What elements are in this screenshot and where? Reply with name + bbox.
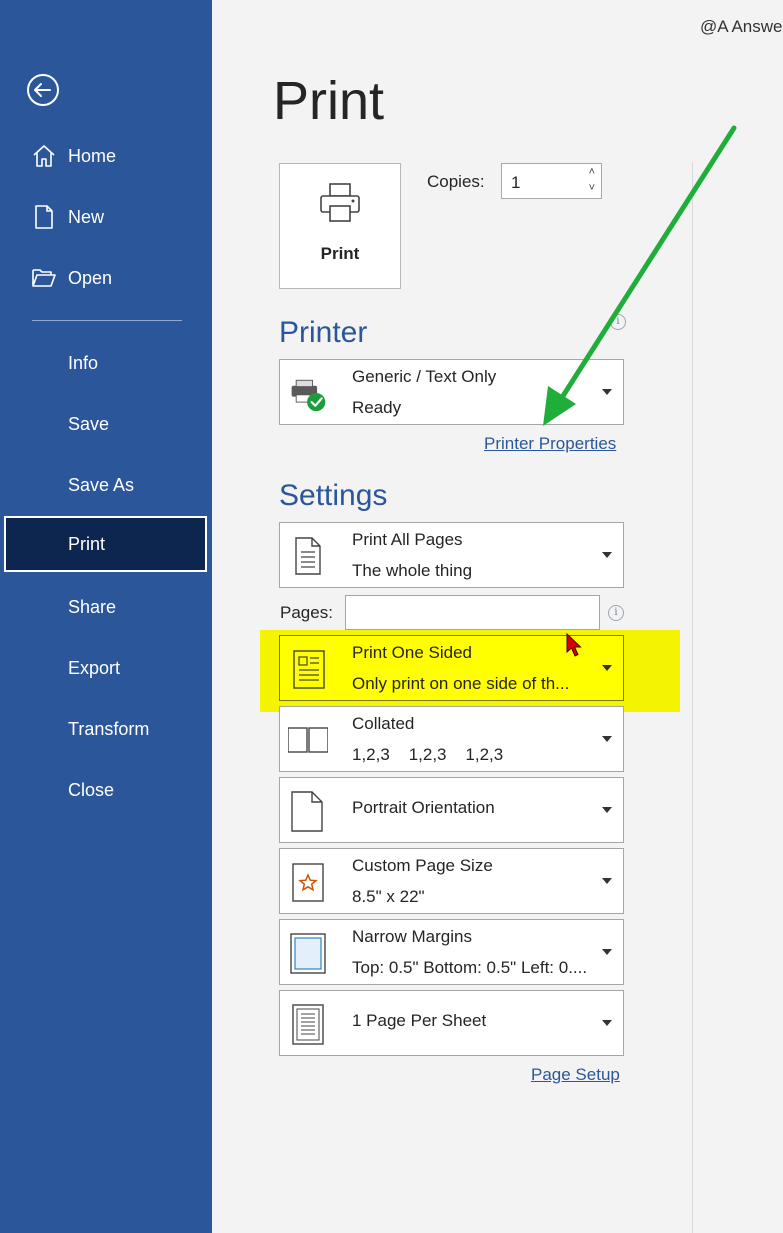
nav-open-label: Open (68, 267, 113, 288)
home-icon (33, 145, 55, 167)
collation-dropdown[interactable]: Collated 1,2,3 1,2,3 1,2,3 (279, 706, 624, 772)
print-button[interactable]: Print (279, 163, 401, 289)
collated-icon (288, 727, 328, 753)
nav-print-label: Print (68, 533, 106, 554)
nav-close[interactable]: Close (0, 762, 212, 818)
sides-subtitle: Only print on one side of th... (352, 674, 570, 693)
paper-size-title: Custom Page Size (352, 856, 493, 875)
watermark-text: @A Answe (700, 17, 783, 36)
print-range-dropdown[interactable]: Print All Pages The whole thing (279, 522, 624, 588)
page-size-icon (292, 863, 324, 902)
print-range-subtitle: The whole thing (352, 561, 473, 580)
nav-save[interactable]: Save (0, 396, 212, 452)
dropdown-caret-icon (602, 949, 612, 955)
paper-size-subtitle: 8.5" x 22" (352, 887, 425, 906)
dropdown-caret-icon (602, 736, 612, 742)
orientation-dropdown[interactable]: Portrait Orientation (279, 777, 624, 843)
nav-close-label: Close (68, 779, 115, 800)
printer-name: Generic / Text Only (352, 367, 497, 386)
dropdown-caret-icon (602, 552, 612, 558)
nav-print[interactable]: Print (4, 516, 207, 572)
nav-share-label: Share (68, 596, 117, 617)
collation-title: Collated (352, 714, 415, 733)
margins-dropdown[interactable]: Narrow Margins Top: 0.5" Bottom: 0.5" Le… (279, 919, 624, 985)
printer-ready-icon (291, 379, 326, 412)
nav-info-label: Info (68, 352, 99, 373)
info-icon[interactable]: i (608, 605, 624, 621)
printer-icon (320, 183, 360, 222)
page-title: Print (273, 71, 385, 131)
nav-save-label: Save (68, 413, 110, 434)
mouse-cursor-icon (566, 632, 582, 657)
pages-label: Pages: (280, 603, 333, 622)
paper-size-dropdown[interactable]: Custom Page Size 8.5" x 22" (279, 848, 624, 914)
collation-subtitle: 1,2,3 1,2,3 1,2,3 (352, 745, 504, 764)
nav-share[interactable]: Share (0, 579, 212, 635)
pages-per-sheet-dropdown[interactable]: 1 Page Per Sheet (279, 990, 624, 1056)
settings-heading: Settings (279, 479, 388, 512)
copies-label: Copies: (427, 172, 485, 191)
nav-save-as[interactable]: Save As (0, 457, 212, 513)
nav-new-label: New (68, 206, 105, 227)
dropdown-caret-icon (602, 878, 612, 884)
pages-per-sheet-title: 1 Page Per Sheet (352, 1011, 487, 1030)
nav-save-as-label: Save As (68, 474, 135, 495)
page-setup-link[interactable]: Page Setup (531, 1065, 620, 1085)
print-range-title: Print All Pages (352, 530, 463, 549)
one-sided-icon (293, 650, 325, 689)
printer-status: Ready (352, 398, 402, 417)
margins-subtitle: Top: 0.5" Bottom: 0.5" Left: 0.... (352, 958, 588, 977)
nav-info[interactable]: Info (0, 335, 212, 391)
copies-value[interactable]: 1 (511, 173, 520, 193)
nav-new[interactable]: New (0, 189, 212, 245)
back-arrow-icon (27, 74, 59, 106)
dropdown-caret-icon (602, 665, 612, 671)
margins-icon (290, 933, 326, 974)
nav-transform[interactable]: Transform (0, 701, 212, 757)
print-button-label: Print (320, 244, 360, 263)
backstage-sidebar: Home New Open Info Save Save As Print Sh… (0, 0, 212, 1233)
folder-open-icon (32, 269, 56, 287)
nav-export-label: Export (68, 657, 121, 678)
printer-heading: Printer (279, 316, 368, 349)
nav-home[interactable]: Home (0, 128, 212, 184)
portrait-icon (291, 791, 323, 832)
margins-title: Narrow Margins (352, 927, 472, 946)
pages-per-sheet-icon (292, 1004, 324, 1045)
annotation-arrow (543, 125, 737, 426)
back-button[interactable] (26, 73, 60, 107)
nav-open[interactable]: Open (0, 250, 212, 306)
dropdown-caret-icon (602, 1020, 612, 1026)
pages-input[interactable] (345, 595, 600, 630)
new-document-icon (35, 205, 53, 229)
sides-title: Print One Sided (352, 643, 473, 662)
nav-export[interactable]: Export (0, 640, 212, 696)
orientation-title: Portrait Orientation (352, 798, 495, 817)
nav-home-label: Home (68, 145, 117, 166)
dropdown-caret-icon (602, 807, 612, 813)
nav-transform-label: Transform (68, 718, 150, 739)
sidebar-divider (32, 320, 182, 321)
document-pages-icon (295, 537, 321, 575)
